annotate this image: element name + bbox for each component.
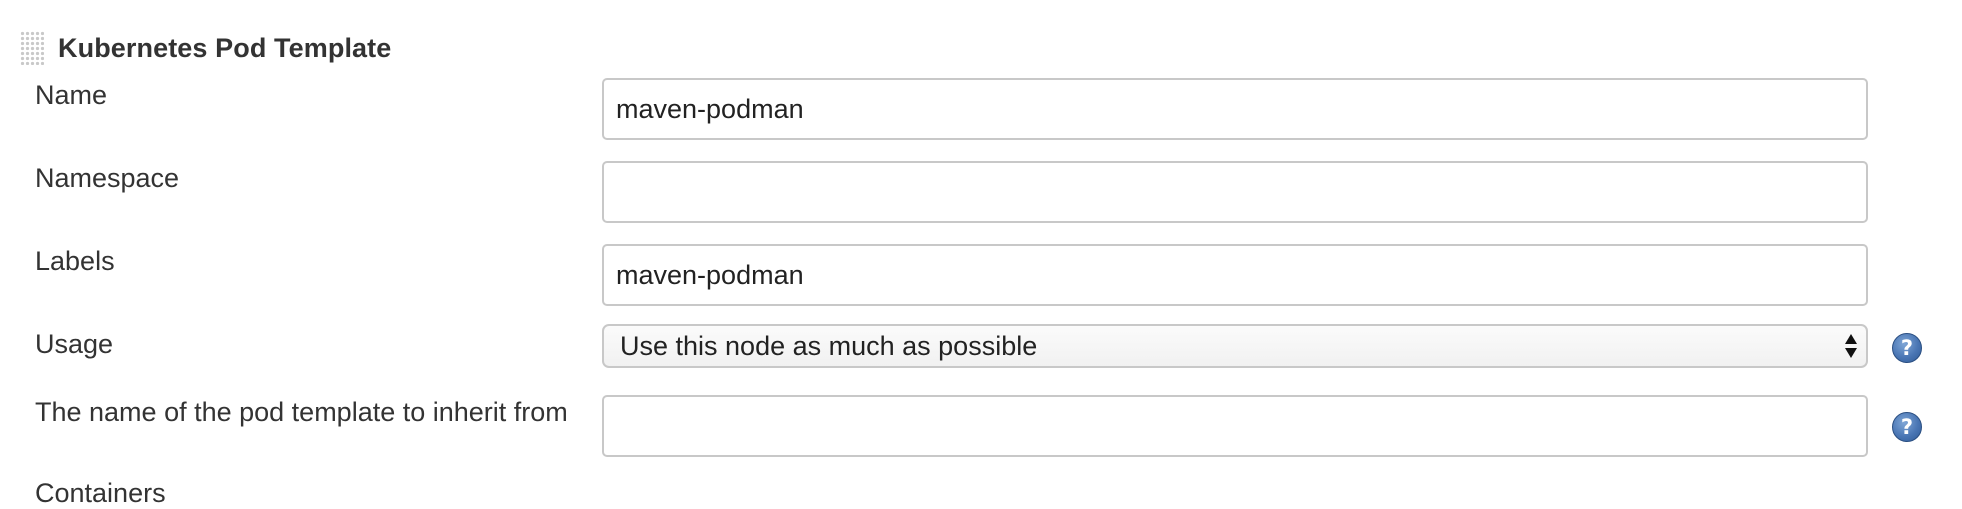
namespace-label: Namespace	[35, 163, 180, 193]
section-header: Kubernetes Pod Template	[20, 30, 391, 66]
inherit-from-help-icon[interactable]: ?	[1892, 412, 1922, 442]
containers-label: Containers	[35, 478, 166, 508]
labels-input[interactable]	[602, 244, 1868, 306]
labels-label: Labels	[35, 246, 115, 276]
usage-label: Usage	[35, 329, 114, 359]
usage-select[interactable]: Use this node as much as possible	[602, 324, 1868, 368]
drag-handle-icon[interactable]	[20, 31, 44, 65]
name-label: Name	[35, 80, 108, 110]
section-title: Kubernetes Pod Template	[58, 32, 392, 63]
name-input[interactable]	[602, 78, 1868, 140]
namespace-input[interactable]	[602, 161, 1868, 223]
usage-help-icon[interactable]: ?	[1892, 333, 1922, 363]
select-arrows-icon	[1845, 334, 1857, 358]
inherit-from-label: The name of the pod template to inherit …	[35, 397, 568, 427]
inherit-from-input[interactable]	[602, 395, 1868, 457]
usage-selected-value: Use this node as much as possible	[620, 330, 1038, 361]
